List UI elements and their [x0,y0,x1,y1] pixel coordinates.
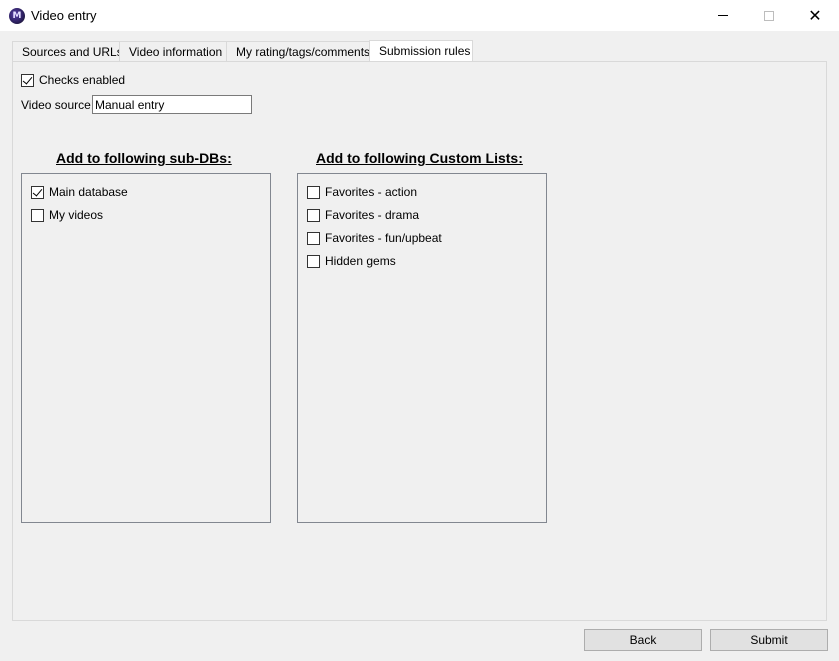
custom-lists-list[interactable]: Favorites - action Favorites - drama Fav… [297,173,547,523]
close-icon: ✕ [808,6,822,25]
favorites-drama-checkbox[interactable] [307,208,320,222]
sub-dbs-heading: Add to following sub-DBs: [56,150,232,166]
app-logo-icon: M [9,8,25,24]
list-item-label: My videos [49,208,104,222]
checks-enabled-option[interactable]: Checks enabled [21,73,125,87]
tab-sources-and-urls[interactable]: Sources and URLs [12,41,123,62]
checks-enabled-checkbox[interactable] [21,73,34,87]
list-item-label: Main database [49,185,128,199]
sub-dbs-list[interactable]: Main database My videos [21,173,271,523]
video-source-input[interactable] [92,95,252,114]
list-item[interactable]: Hidden gems [307,254,396,268]
list-item[interactable]: My videos [31,208,103,222]
list-item-label: Favorites - action [325,185,418,199]
tab-strip: Sources and URLs Video information My ra… [12,40,473,62]
list-item-label: Favorites - fun/upbeat [325,231,442,245]
video-source-label: Video source: [21,98,95,112]
maximize-icon [764,10,774,21]
back-button[interactable]: Back [584,629,702,651]
list-item-label: Favorites - drama [325,208,420,222]
tab-my-rating-tags-comments[interactable]: My rating/tags/comments [226,41,370,62]
window-title: Video entry [31,8,97,23]
list-item[interactable]: Favorites - drama [307,208,419,222]
tab-submission-rules[interactable]: Submission rules [369,40,473,62]
main-database-checkbox[interactable] [31,185,44,199]
my-videos-checkbox[interactable] [31,208,44,222]
checks-enabled-label: Checks enabled [39,73,126,87]
tab-video-information[interactable]: Video information [119,41,227,62]
title-bar: M Video entry ✕ [0,0,839,31]
favorites-fun-upbeat-checkbox[interactable] [307,231,320,245]
list-item-label: Hidden gems [325,254,396,268]
minimize-icon [718,15,728,16]
list-item[interactable]: Main database [31,185,128,199]
favorites-action-checkbox[interactable] [307,185,320,199]
maximize-button[interactable] [746,0,792,31]
minimize-button[interactable] [700,0,746,31]
list-item[interactable]: Favorites - fun/upbeat [307,231,442,245]
custom-lists-heading: Add to following Custom Lists: [316,150,523,166]
list-item[interactable]: Favorites - action [307,185,417,199]
submit-button[interactable]: Submit [710,629,828,651]
hidden-gems-checkbox[interactable] [307,254,320,268]
close-button[interactable]: ✕ [792,0,838,31]
